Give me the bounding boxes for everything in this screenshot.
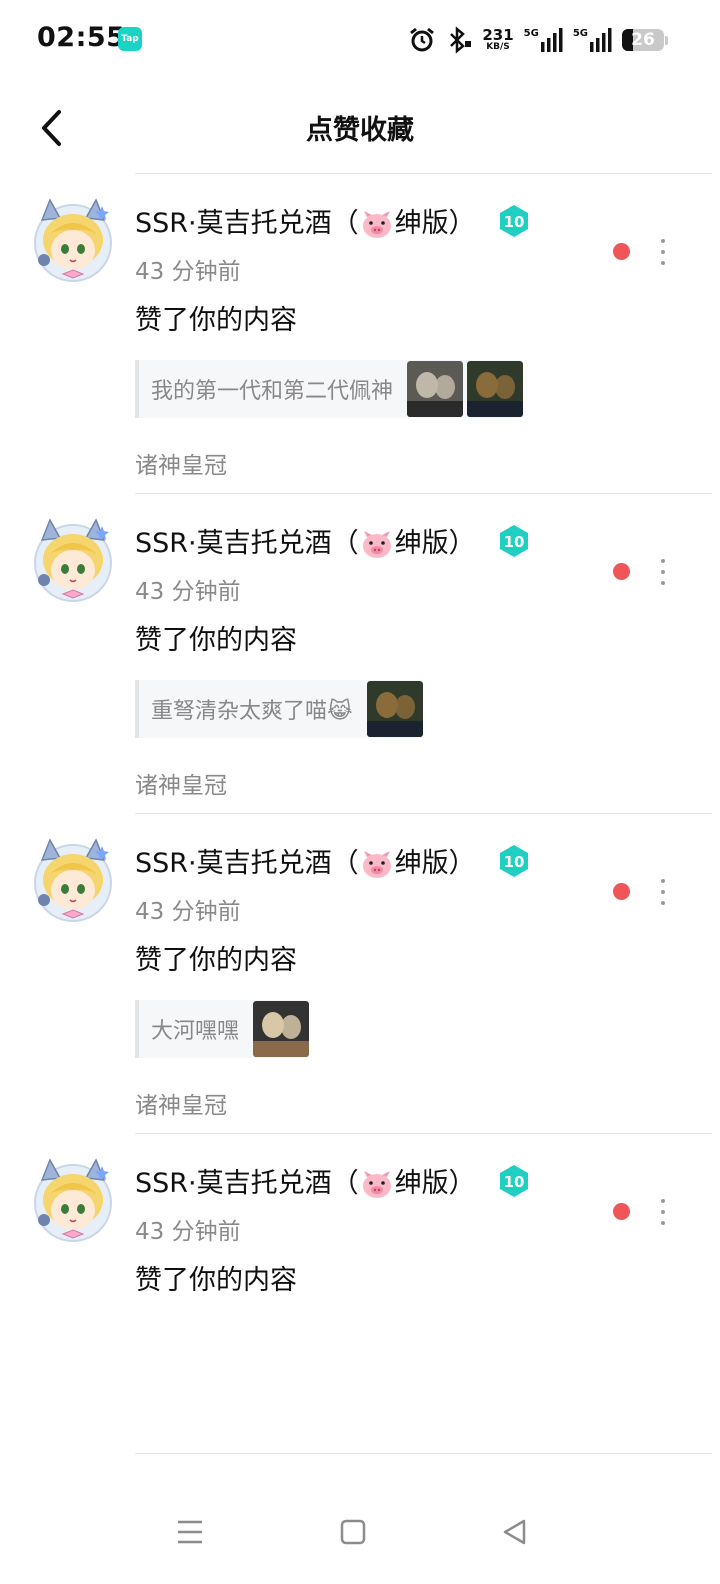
unread-dot (613, 883, 630, 900)
timestamp: 43 分钟前 (135, 1219, 241, 1245)
quoted-post[interactable]: 重弩清杂太爽了喵😹 (135, 680, 423, 738)
level-badge-icon: 10 (499, 844, 528, 877)
quoted-post-text: 我的第一代和第二代佩神 (151, 379, 394, 404)
post-thumbnail-image[interactable] (366, 681, 423, 737)
quoted-post[interactable]: 我的第一代和第二代佩神 (135, 360, 524, 418)
pig-emoji-icon (362, 850, 391, 878)
action-text: 赞了你的内容 (135, 1265, 297, 1296)
post-thumbnails (366, 681, 423, 737)
page-header: 点赞收藏 (0, 80, 720, 172)
circle-name[interactable]: 诸神皇冠 (135, 446, 227, 480)
level-badge-icon: 10 (499, 1164, 528, 1197)
menu-button[interactable] (166, 1508, 214, 1556)
level-badge-icon: 10 (499, 204, 528, 237)
more-options-button[interactable] (652, 872, 674, 912)
post-thumbnail-image[interactable] (407, 361, 464, 417)
alarm-icon (410, 27, 435, 52)
user-line: SSR·莫吉托兑酒（ 绅版） 10 (135, 521, 530, 560)
post-thumbnails (253, 1001, 310, 1057)
user-line: SSR·莫吉托兑酒（ 绅版） 10 (135, 1161, 530, 1200)
status-bar: 02:55 Tap 231 KB/S 5G 5G 26 (0, 0, 720, 80)
signal-icon-2: 5G (573, 28, 612, 52)
timestamp: 43 分钟前 (135, 259, 241, 285)
user-avatar[interactable] (30, 198, 116, 284)
notification-item[interactable]: SSR·莫吉托兑酒（ 绅版） 10 43 分钟前 赞了你的内容 我的第一代和第二… (0, 174, 720, 494)
user-avatar[interactable] (30, 1158, 116, 1244)
circle-name[interactable]: 诸神皇冠 (135, 1086, 227, 1120)
post-thumbnails (407, 361, 524, 417)
timestamp: 43 分钟前 (135, 899, 241, 925)
more-options-button[interactable] (652, 552, 674, 592)
more-options-button[interactable] (652, 232, 674, 272)
status-icons: 231 KB/S 5G 5G 26 (408, 22, 668, 58)
square-home-icon (340, 1519, 366, 1545)
post-thumbnail-image[interactable] (253, 1001, 310, 1057)
divider (135, 1453, 712, 1454)
action-text: 赞了你的内容 (135, 305, 297, 336)
battery-indicator: 26 (622, 29, 668, 51)
unread-dot (613, 563, 630, 580)
action-text: 赞了你的内容 (135, 945, 297, 976)
unread-dot (613, 1203, 630, 1220)
unread-dot (613, 243, 630, 260)
quoted-post-text: 大河嘿嘿 (151, 1019, 240, 1044)
system-nav-bar (0, 1482, 720, 1584)
system-back-button[interactable] (490, 1508, 538, 1556)
username[interactable]: SSR·莫吉托兑酒（ 绅版） (135, 201, 476, 240)
notification-item[interactable]: SSR·莫吉托兑酒（ 绅版） 10 43 分钟前 赞了你的内容 (0, 1134, 720, 1454)
user-avatar[interactable] (30, 838, 116, 924)
username[interactable]: SSR·莫吉托兑酒（ 绅版） (135, 841, 476, 880)
pig-emoji-icon (362, 1170, 391, 1198)
svg-text:10: 10 (503, 533, 524, 551)
more-options-button[interactable] (652, 1192, 674, 1232)
circle-name[interactable]: 诸神皇冠 (135, 766, 227, 800)
page-title: 点赞收藏 (306, 115, 414, 146)
user-line: SSR·莫吉托兑酒（ 绅版） 10 (135, 841, 530, 880)
svg-text:10: 10 (503, 853, 524, 871)
level-badge-icon: 10 (499, 524, 528, 557)
pig-emoji-icon (362, 530, 391, 558)
network-speed: 231 KB/S (482, 26, 514, 52)
bluetooth-icon (450, 26, 472, 54)
username[interactable]: SSR·莫吉托兑酒（ 绅版） (135, 521, 476, 560)
svg-text:10: 10 (503, 1173, 524, 1191)
action-text: 赞了你的内容 (135, 625, 297, 656)
user-avatar[interactable] (30, 518, 116, 604)
home-button[interactable] (329, 1508, 377, 1556)
svg-text:10: 10 (503, 213, 524, 231)
post-thumbnail-image[interactable] (467, 361, 524, 417)
timestamp: 43 分钟前 (135, 579, 241, 605)
notification-item[interactable]: SSR·莫吉托兑酒（ 绅版） 10 43 分钟前 赞了你的内容 大河嘿嘿 诸神皇… (0, 814, 720, 1134)
pig-emoji-icon (362, 210, 391, 238)
quoted-post[interactable]: 大河嘿嘿 (135, 1000, 310, 1058)
battery-icon: 26 (622, 29, 664, 51)
taptap-app-icon: Tap (118, 27, 142, 51)
notification-list[interactable]: SSR·莫吉托兑酒（ 绅版） 10 43 分钟前 赞了你的内容 嘿嘿，大家还记得… (0, 172, 720, 1482)
user-line: SSR·莫吉托兑酒（ 绅版） 10 (135, 201, 530, 240)
triangle-back-icon (503, 1519, 526, 1545)
username[interactable]: SSR·莫吉托兑酒（ 绅版） (135, 1161, 476, 1200)
status-time: 02:55 (37, 22, 126, 53)
menu-icon (178, 1520, 202, 1544)
notification-item[interactable]: SSR·莫吉托兑酒（ 绅版） 10 43 分钟前 赞了你的内容 重弩清杂太爽了喵… (0, 494, 720, 814)
signal-icon-1: 5G (524, 28, 563, 52)
quoted-post-text: 重弩清杂太爽了喵😹 (151, 699, 353, 724)
